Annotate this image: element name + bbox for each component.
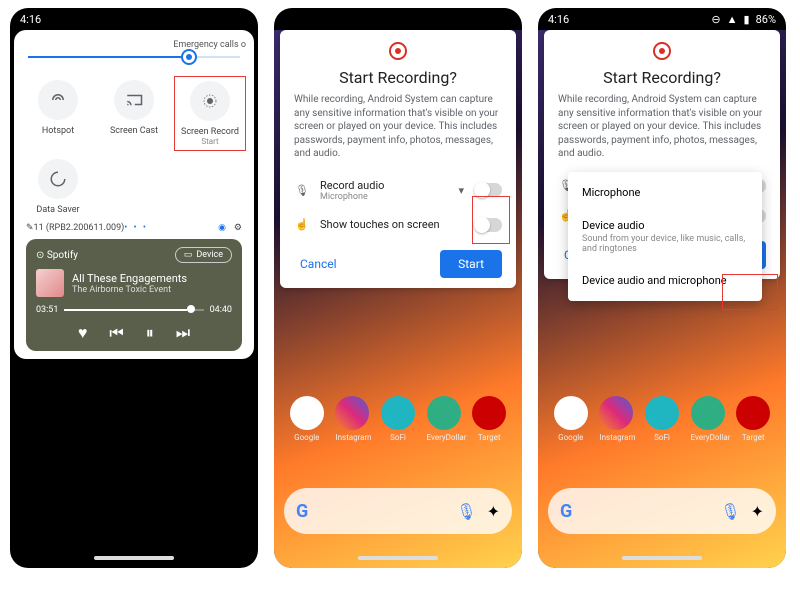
app-instagram[interactable]: Instagram [335, 396, 369, 442]
data-saver-icon [38, 159, 78, 199]
app-everydollar[interactable]: EveryDollar [427, 396, 461, 442]
app-sofi[interactable]: SoFi [645, 396, 679, 442]
seek-bar[interactable] [64, 309, 203, 311]
cast-icon [114, 80, 154, 120]
chevron-down-icon[interactable]: ▾ [458, 184, 464, 197]
clock: 4:16 [20, 13, 41, 26]
app-google[interactable]: Google [554, 396, 588, 442]
quick-settings-panel: Emergency calls o Hotspot Screen Cast Sc… [14, 30, 254, 359]
status-bar [274, 8, 522, 30]
battery-pct: 86% [756, 13, 776, 26]
output-chip[interactable]: ▭Device [175, 247, 232, 263]
status-bar: 4:16 [10, 8, 258, 30]
record-icon [653, 42, 671, 60]
google-g-icon: G [296, 501, 308, 522]
time-total: 04:40 [210, 305, 232, 315]
phone-3: Google Instagram SoFi EveryDollar Target… [538, 8, 786, 568]
record-icon [190, 81, 230, 121]
tile-label: Hotspot [24, 126, 92, 136]
app-google[interactable]: Google [290, 396, 324, 442]
settings-icon[interactable]: ⚙ [234, 223, 242, 233]
tile-hotspot[interactable]: Hotspot [22, 76, 94, 151]
like-button[interactable]: ♥ [78, 323, 88, 343]
user-icon[interactable]: ◉ [218, 223, 226, 233]
tile-data-saver[interactable]: Data Saver [22, 155, 94, 219]
assistant-icon[interactable]: ✦ [487, 502, 500, 521]
toggle-record-audio[interactable] [474, 183, 502, 197]
nav-bar[interactable] [94, 556, 174, 560]
highlight-box [722, 274, 778, 310]
track-title: All These Engagements [72, 272, 187, 285]
mic-icon[interactable]: 🎙 [456, 502, 476, 521]
time-elapsed: 03:51 [36, 305, 58, 315]
dialog-title: Start Recording? [294, 68, 502, 87]
menu-item-device-audio[interactable]: Device audioSound from your device, like… [568, 209, 762, 264]
player-app: ⊙ Spotify [36, 250, 78, 261]
nav-bar[interactable] [358, 556, 438, 560]
dialog-body: While recording, Android System can capt… [294, 93, 502, 161]
prev-button[interactable]: ⏮ [109, 323, 123, 343]
phone-1: 4:16 Emergency calls o Hotspot Screen Ca… [10, 8, 258, 568]
app-row: Google Instagram SoFi EveryDollar Target [538, 396, 786, 442]
option-record-audio[interactable]: 🎙 Record audioMicrophone ▾ [294, 171, 502, 210]
build-label: 11 (RPB2.200611.009) [34, 223, 125, 233]
app-row: Google Instagram SoFi EveryDollar Target [274, 396, 522, 442]
tile-cast[interactable]: Screen Cast [98, 76, 170, 151]
page-dots: • • • [124, 223, 148, 233]
clock: 4:16 [548, 13, 569, 26]
status-bar: 4:16 ⊖ ▲ ▮ 86% [538, 8, 786, 30]
device-icon: ▭ [184, 250, 193, 260]
brightness-slider[interactable] [28, 56, 240, 58]
menu-item-microphone[interactable]: Microphone [568, 176, 762, 209]
signal-icon: ▲ [727, 13, 738, 26]
tile-sublabel: Start [177, 137, 243, 146]
emergency-label: Emergency calls o [22, 40, 246, 50]
assistant-icon[interactable]: ✦ [751, 502, 764, 521]
start-recording-dialog: Start Recording? While recording, Androi… [280, 30, 516, 288]
tile-label: Data Saver [24, 205, 92, 215]
hotspot-icon [38, 80, 78, 120]
app-instagram[interactable]: Instagram [599, 396, 633, 442]
next-button[interactable]: ⏭ [176, 323, 190, 343]
app-everydollar[interactable]: EveryDollar [691, 396, 725, 442]
tile-label: Screen Record [177, 127, 243, 137]
dialog-title: Start Recording? [558, 68, 766, 87]
dialog-body: While recording, Android System can capt… [558, 93, 766, 161]
pause-button[interactable]: ⏸ [146, 323, 154, 343]
track-artist: The Airborne Toxic Event [72, 285, 187, 295]
media-player: ⊙ Spotify ▭Device All These Engagements … [26, 239, 242, 351]
app-target[interactable]: Target [472, 396, 506, 442]
app-target[interactable]: Target [736, 396, 770, 442]
search-bar[interactable]: G 🎙 ✦ [548, 488, 776, 534]
battery-icon: ▮ [744, 13, 750, 26]
tile-label: Screen Cast [100, 126, 168, 136]
tile-screen-record[interactable]: Screen Record Start [174, 76, 246, 151]
gear-icon[interactable] [181, 49, 197, 65]
mic-icon: 🎙 [294, 184, 310, 197]
dnd-icon: ⊖ [711, 13, 720, 26]
touch-icon: ☝ [294, 218, 310, 231]
start-button[interactable]: Start [440, 250, 502, 278]
mic-icon[interactable]: 🎙 [720, 502, 740, 521]
record-icon [389, 42, 407, 60]
phone-2: Google Instagram SoFi EveryDollar Target… [274, 8, 522, 568]
google-g-icon: G [560, 501, 572, 522]
search-bar[interactable]: G 🎙 ✦ [284, 488, 512, 534]
cancel-button[interactable]: Cancel [294, 251, 343, 277]
option-show-touches[interactable]: ☝ Show touches on screen [294, 210, 502, 240]
nav-bar[interactable] [622, 556, 702, 560]
edit-icon[interactable]: ✎ [26, 223, 34, 233]
highlight-box [472, 196, 510, 244]
album-art [36, 269, 64, 297]
app-sofi[interactable]: SoFi [381, 396, 415, 442]
